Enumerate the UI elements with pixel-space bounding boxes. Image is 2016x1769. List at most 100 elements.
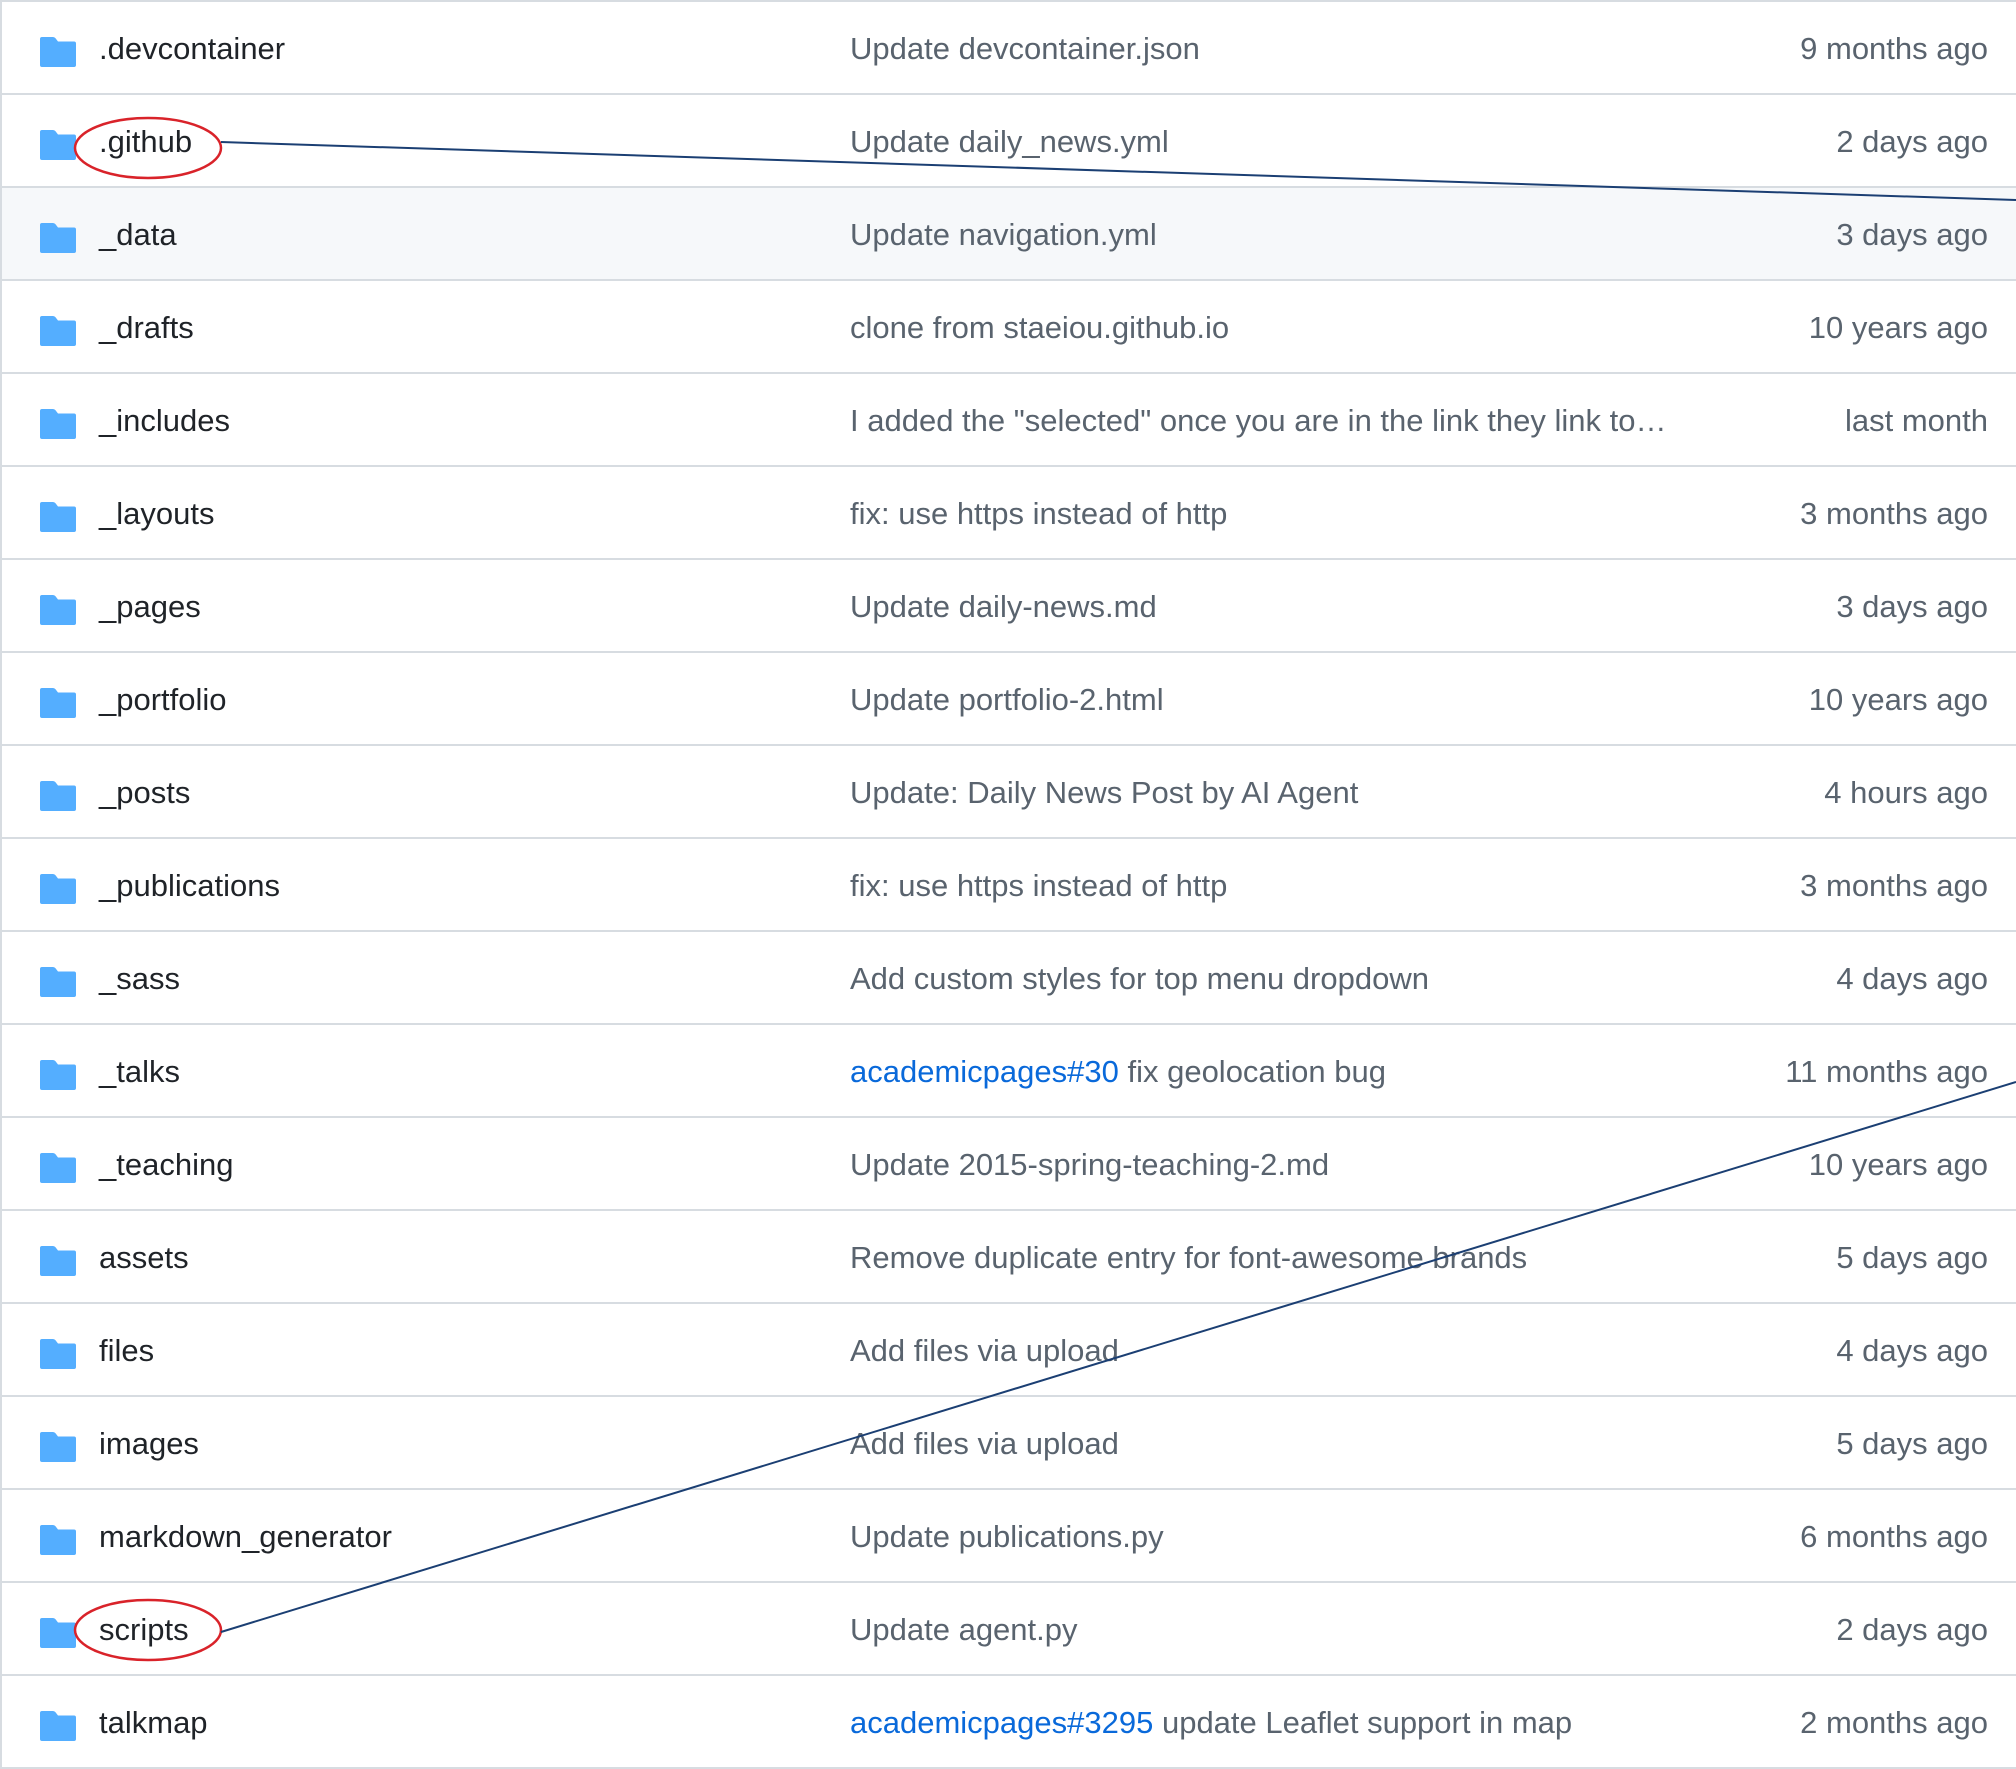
commit-message-link[interactable]: Update navigation.yml [850, 188, 1157, 281]
commit-message-text: Update daily_news.yml [850, 124, 1169, 159]
commit-time: 11 months ago [1785, 1054, 1988, 1089]
folder-icon [38, 1710, 78, 1742]
commit-time: 3 days ago [1836, 217, 1988, 252]
commit-time: 10 years ago [1808, 310, 1988, 345]
commit-time: 10 years ago [1808, 1147, 1988, 1182]
folder-name-link[interactable]: images [99, 1397, 199, 1490]
commit-message-link[interactable]: Remove duplicate entry for font-awesome … [850, 1211, 1527, 1304]
issue-link[interactable]: academicpages#3295 [850, 1705, 1153, 1740]
folder-icon [38, 1152, 78, 1184]
table-row[interactable]: markdown_generator Update publications.p… [2, 1490, 2016, 1583]
table-row[interactable]: _includes I added the "selected" once yo… [2, 374, 2016, 467]
table-row[interactable]: _talks academicpages#30 fix geolocation … [2, 1025, 2016, 1118]
commit-time: last month [1844, 403, 1988, 438]
folder-name-link[interactable]: _sass [99, 932, 180, 1025]
folder-icon [38, 36, 78, 68]
commit-time: 10 years ago [1808, 682, 1988, 717]
commit-message-link[interactable]: I added the "selected" once you are in t… [850, 374, 1666, 467]
commit-message-text: Update navigation.yml [850, 217, 1157, 252]
commit-message-link[interactable]: Update 2015-spring-teaching-2.md [850, 1118, 1329, 1211]
commit-time: 6 months ago [1800, 1519, 1988, 1554]
issue-link[interactable]: academicpages#30 [850, 1054, 1119, 1089]
folder-name-link[interactable]: talkmap [99, 1676, 208, 1769]
folder-icon [38, 873, 78, 905]
folder-icon [38, 594, 78, 626]
commit-message-link[interactable]: Add files via upload [850, 1397, 1119, 1490]
commit-message-link[interactable]: academicpages#3295 update Leaflet suppor… [850, 1676, 1572, 1769]
folder-name-link[interactable]: _pages [99, 560, 201, 653]
folder-name-link[interactable]: _layouts [99, 467, 214, 560]
folder-name-link[interactable]: _teaching [99, 1118, 233, 1211]
folder-name-link[interactable]: _includes [99, 374, 230, 467]
folder-icon [38, 315, 78, 347]
commit-message-link[interactable]: Update daily-news.md [850, 560, 1157, 653]
commit-message-text: clone from staeiou.github.io [850, 310, 1230, 345]
commit-time: 5 days ago [1836, 1240, 1988, 1275]
folder-name-link[interactable]: _drafts [99, 281, 194, 374]
commit-message-link[interactable]: Update publications.py [850, 1490, 1164, 1583]
commit-message-link[interactable]: academicpages#30 fix geolocation bug [850, 1025, 1386, 1118]
table-row[interactable]: _pages Update daily-news.md 3 days ago [2, 560, 2016, 653]
folder-icon [38, 1338, 78, 1370]
table-row[interactable]: _sass Add custom styles for top menu dro… [2, 932, 2016, 1025]
commit-message-text: Add files via upload [850, 1333, 1119, 1368]
commit-message-text: Update 2015-spring-teaching-2.md [850, 1147, 1330, 1182]
table-row[interactable]: scripts Update agent.py 2 days ago [2, 1583, 2016, 1676]
folder-icon [38, 966, 78, 998]
table-row[interactable]: assets Remove duplicate entry for font-a… [2, 1211, 2016, 1304]
table-row[interactable]: _posts Update: Daily News Post by AI Age… [2, 746, 2016, 839]
commit-message-link[interactable]: Update devcontainer.json [850, 2, 1200, 95]
commit-message-link[interactable]: Update agent.py [850, 1583, 1078, 1676]
folder-name-link[interactable]: assets [99, 1211, 189, 1304]
commit-message-link[interactable]: Add files via upload [850, 1304, 1119, 1397]
folder-name-link[interactable]: _posts [99, 746, 190, 839]
folder-icon [38, 1245, 78, 1277]
commit-time: 4 hours ago [1824, 775, 1988, 810]
commit-time: 9 months ago [1800, 31, 1988, 66]
table-row[interactable]: .github Update daily_news.yml 2 days ago [2, 95, 2016, 188]
folder-icon [38, 1059, 78, 1091]
commit-message-text: fix: use https instead of http [850, 496, 1228, 531]
table-row[interactable]: images Add files via upload 5 days ago [2, 1397, 2016, 1490]
commit-message-link[interactable]: Add custom styles for top menu dropdown [850, 932, 1429, 1025]
commit-message-text: Update portfolio-2.html [850, 682, 1164, 717]
table-row[interactable]: talkmap academicpages#3295 update Leafle… [2, 1676, 2016, 1769]
table-row[interactable]: _publications fix: use https instead of … [2, 839, 2016, 932]
commit-message-text: Remove duplicate entry for font-awesome … [850, 1240, 1528, 1275]
folder-name-link[interactable]: .github [99, 95, 192, 188]
folder-name-link[interactable]: _data [99, 188, 177, 281]
folder-name-link[interactable]: _talks [99, 1025, 180, 1118]
commit-message-text: Update: Daily News Post by AI Agent [850, 775, 1359, 810]
folder-icon [38, 1431, 78, 1463]
commit-message-text: Update agent.py [850, 1612, 1078, 1647]
commit-message-link[interactable]: fix: use https instead of http [850, 467, 1227, 560]
folder-icon [38, 1524, 78, 1556]
table-row[interactable]: .devcontainer Update devcontainer.json 9… [2, 2, 2016, 95]
table-row[interactable]: _data Update navigation.yml 3 days ago [2, 188, 2016, 281]
table-row[interactable]: _layouts fix: use https instead of http … [2, 467, 2016, 560]
commit-time: 4 days ago [1836, 961, 1988, 996]
table-row[interactable]: files Add files via upload 4 days ago [2, 1304, 2016, 1397]
commit-time: 2 days ago [1836, 1612, 1988, 1647]
folder-icon [38, 408, 78, 440]
table-row[interactable]: _portfolio Update portfolio-2.html 10 ye… [2, 653, 2016, 746]
commit-time: 3 days ago [1836, 589, 1988, 624]
folder-name-link[interactable]: _publications [99, 839, 280, 932]
folder-icon [38, 780, 78, 812]
folder-name-link[interactable]: .devcontainer [99, 2, 285, 95]
folder-name-link[interactable]: markdown_generator [99, 1490, 392, 1583]
commit-time: 2 months ago [1800, 1705, 1988, 1740]
folder-name-link[interactable]: _portfolio [99, 653, 227, 746]
commit-message-link[interactable]: fix: use https instead of http [850, 839, 1227, 932]
commit-message-link[interactable]: Update portfolio-2.html [850, 653, 1164, 746]
commit-message-link[interactable]: clone from staeiou.github.io [850, 281, 1229, 374]
commit-message-link[interactable]: Update daily_news.yml [850, 95, 1169, 188]
commit-message-text: Add files via upload [850, 1426, 1119, 1461]
commit-message-link[interactable]: Update: Daily News Post by AI Agent [850, 746, 1358, 839]
commit-time: 3 months ago [1800, 868, 1988, 903]
folder-name-link[interactable]: scripts [99, 1583, 189, 1676]
commit-message-text: Update publications.py [850, 1519, 1164, 1554]
table-row[interactable]: _drafts clone from staeiou.github.io 10 … [2, 281, 2016, 374]
folder-name-link[interactable]: files [99, 1304, 154, 1397]
table-row[interactable]: _teaching Update 2015-spring-teaching-2.… [2, 1118, 2016, 1211]
